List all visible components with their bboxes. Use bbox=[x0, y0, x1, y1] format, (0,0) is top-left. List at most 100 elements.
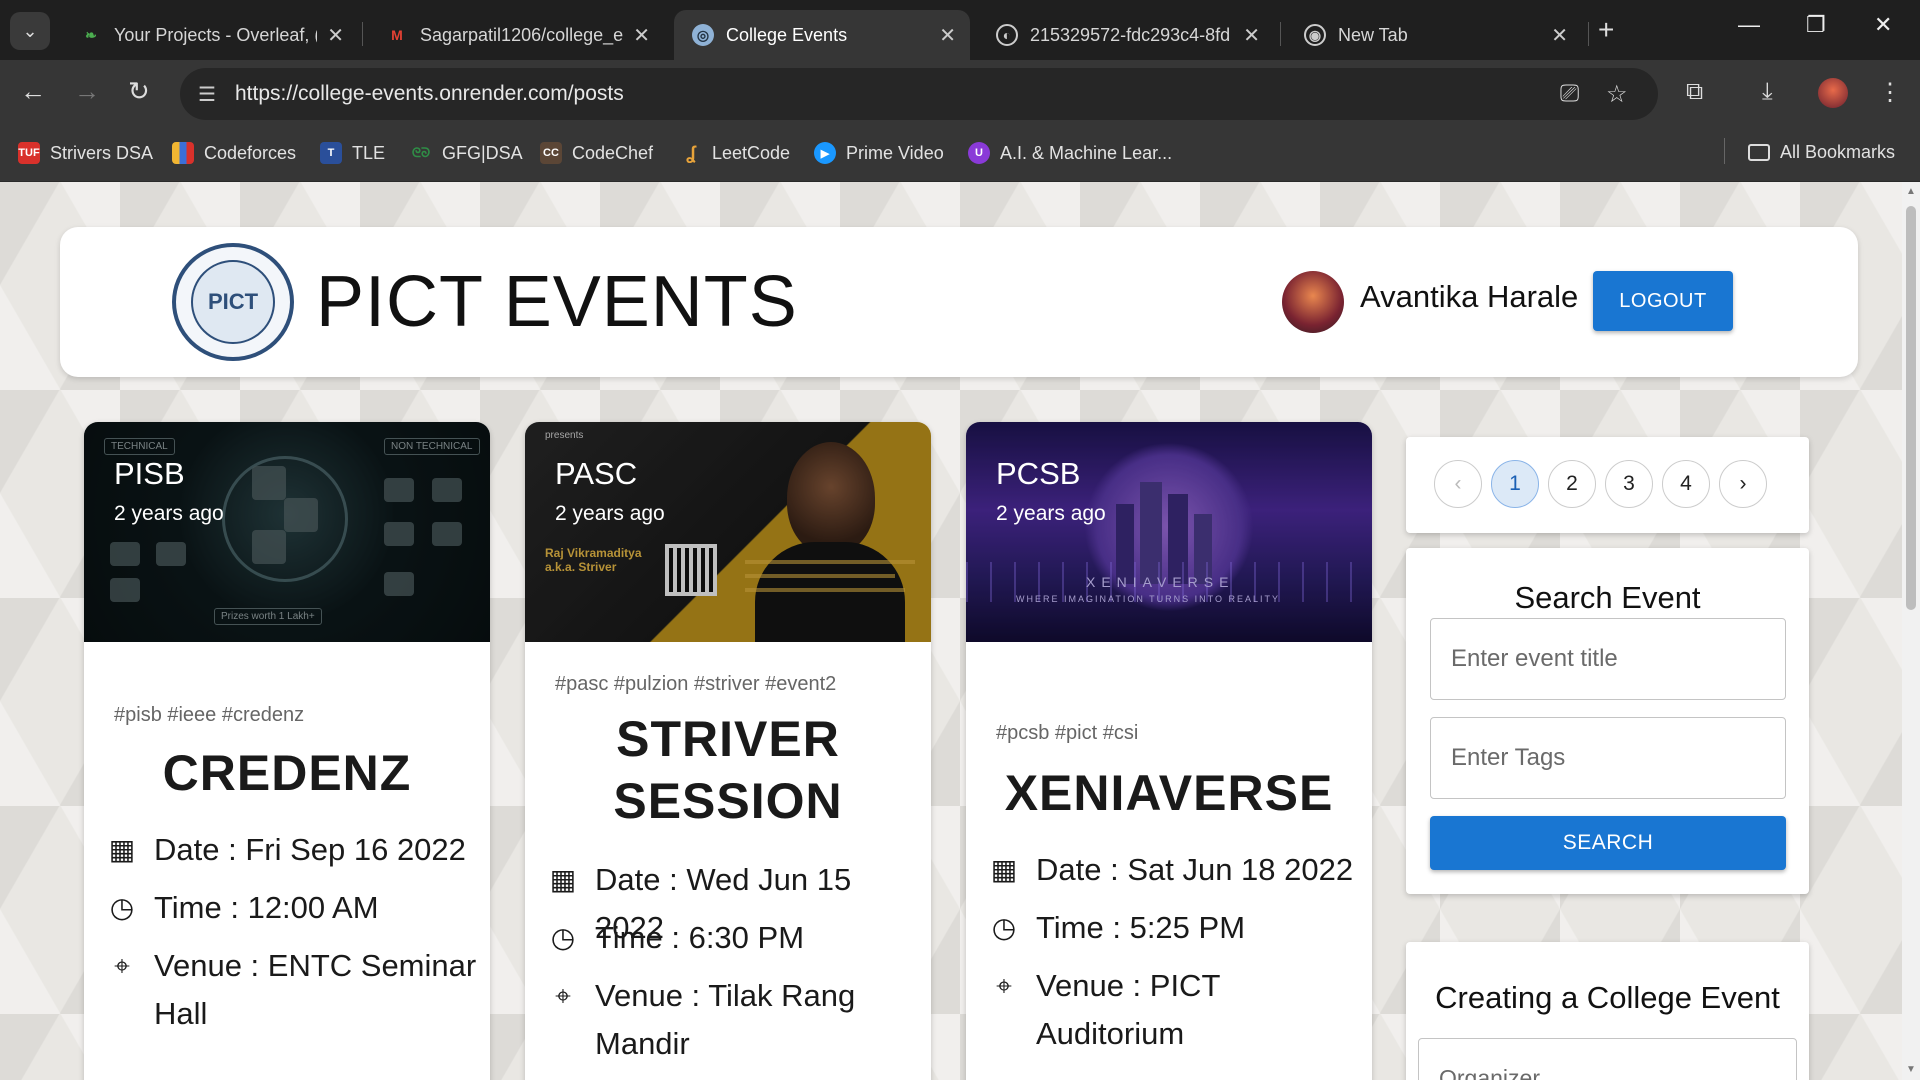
close-icon[interactable]: ✕ bbox=[1243, 23, 1260, 48]
clock-icon: ◷ bbox=[550, 922, 576, 953]
event-title: STRIVER SESSION bbox=[613, 711, 843, 829]
bookmark-ai-ml[interactable]: U A.I. & Machine Lear... bbox=[968, 142, 1172, 164]
page-3-button[interactable]: 3 bbox=[1605, 460, 1653, 508]
close-icon[interactable]: ✕ bbox=[633, 23, 650, 48]
event-creator: PISB bbox=[114, 456, 185, 491]
bookmark-strivers-dsa[interactable]: TUF Strivers DSA bbox=[18, 142, 153, 164]
event-tags: #pasc #pulzion #striver #event2 bbox=[555, 673, 837, 695]
tab-gmail[interactable]: M Sagarpatil1206/college_e ✕ bbox=[368, 10, 664, 60]
page-1-button[interactable]: 1 bbox=[1491, 460, 1539, 508]
tab-title: 215329572-fdc293c4-8fd bbox=[1030, 24, 1231, 45]
event-tags: #pcsb #pict #csi bbox=[996, 722, 1139, 744]
event-time: ◷ Time : 5:25 PM bbox=[986, 904, 1362, 952]
restore-icon[interactable]: ❐ bbox=[1806, 12, 1826, 38]
close-icon[interactable]: ✕ bbox=[1551, 23, 1568, 48]
location-pin-icon: ⌖ bbox=[114, 950, 130, 981]
event-venue: ⌖ Venue : PICT Auditorium bbox=[986, 962, 1362, 1058]
tle-icon: T bbox=[320, 142, 342, 164]
app-header: PICT PICT EVENTS Avantika Harale LOGOUT bbox=[60, 227, 1858, 377]
bookmark-star-icon[interactable]: ☆ bbox=[1606, 80, 1628, 109]
page-scrollbar[interactable]: ▲ ▼ bbox=[1902, 182, 1920, 1080]
avatar bbox=[1282, 271, 1344, 333]
install-app-icon[interactable]: ⎚ bbox=[1560, 80, 1579, 108]
address-bar[interactable]: ☰ https://college-events.onrender.com/po… bbox=[180, 68, 1658, 120]
codechef-icon: CC bbox=[540, 142, 562, 164]
url-text[interactable]: https://college-events.onrender.com/post… bbox=[235, 82, 624, 106]
search-tags-input[interactable] bbox=[1431, 718, 1785, 798]
bookmark-label: Prime Video bbox=[846, 142, 944, 163]
close-icon[interactable]: ✕ bbox=[939, 23, 956, 48]
close-icon[interactable]: ✕ bbox=[327, 23, 344, 48]
profile-avatar[interactable] bbox=[1818, 78, 1848, 108]
page-2-button[interactable]: 2 bbox=[1548, 460, 1596, 508]
download-icon[interactable]: ⤓ bbox=[1762, 78, 1773, 106]
bookmark-label: TLE bbox=[352, 142, 386, 163]
all-bookmarks[interactable]: All Bookmarks bbox=[1748, 142, 1895, 163]
event-time-ago: 2 years ago bbox=[555, 502, 665, 525]
event-image: XENIAVERSE WHERE IMAGINATION TURNS INTO … bbox=[966, 422, 1372, 642]
tab-new-tab[interactable]: ◉ New Tab ✕ bbox=[1286, 10, 1582, 60]
bookmark-gfg-dsa[interactable]: ᘓᘐ GFG|DSA bbox=[410, 142, 523, 164]
minimize-icon[interactable]: — bbox=[1738, 12, 1760, 38]
bookmark-label: A.I. & Machine Lear... bbox=[1000, 142, 1173, 163]
scrollbar-thumb[interactable] bbox=[1906, 206, 1916, 610]
bookmark-tle[interactable]: T TLE bbox=[320, 142, 385, 164]
reload-icon[interactable]: ↻ bbox=[128, 76, 150, 107]
bookmark-leetcode[interactable]: ʆ LeetCode bbox=[680, 142, 790, 164]
page-viewport: PICT PICT EVENTS Avantika Harale LOGOUT … bbox=[0, 182, 1902, 1080]
bookmark-label: Strivers DSA bbox=[50, 142, 154, 163]
event-time-ago: 2 years ago bbox=[996, 502, 1106, 525]
extensions-icon[interactable]: ⧉ bbox=[1686, 78, 1703, 106]
tab-image[interactable]: ◐ 215329572-fdc293c4-8fd ✕ bbox=[978, 10, 1274, 60]
tuf-icon: TUF bbox=[18, 142, 40, 164]
event-time-text: Time : 6:30 PM bbox=[595, 920, 805, 955]
search-title-input[interactable] bbox=[1431, 619, 1785, 699]
event-time: ◷ Time : 12:00 AM bbox=[104, 884, 480, 932]
tags-field[interactable] bbox=[1430, 717, 1786, 799]
event-venue: ⌖ Venue : ENTC Seminar Hall bbox=[104, 942, 480, 1038]
event-title: XENIAVERSE bbox=[1004, 765, 1334, 821]
scroll-up-icon[interactable]: ▲ bbox=[1906, 186, 1916, 197]
bookmark-label: Codeforces bbox=[204, 142, 297, 163]
back-arrow-icon[interactable]: ← bbox=[20, 76, 46, 107]
event-card[interactable]: presents Raj Vikramaditya a.k.a. Striver… bbox=[525, 422, 931, 1080]
event-card[interactable]: TECHNICAL NON TECHNICAL Prizes worth 1 L… bbox=[84, 422, 490, 1080]
bookmark-codeforces[interactable]: Codeforces bbox=[172, 142, 296, 164]
gmail-icon: M bbox=[391, 27, 403, 43]
event-time: ◷ Time : 6:30 PM bbox=[545, 914, 921, 962]
title-field[interactable] bbox=[1430, 618, 1786, 700]
close-window-icon[interactable]: ✕ bbox=[1874, 12, 1892, 38]
tab-search-button[interactable]: ⌄ bbox=[10, 12, 50, 50]
location-pin-icon: ⌖ bbox=[996, 970, 1012, 1001]
new-tab-plus-icon[interactable]: + bbox=[1598, 14, 1614, 46]
event-card[interactable]: XENIAVERSE WHERE IMAGINATION TURNS INTO … bbox=[966, 422, 1372, 1080]
codeforces-icon bbox=[172, 142, 194, 164]
event-time-text: Time : 5:25 PM bbox=[1036, 910, 1246, 945]
leetcode-icon: ʆ bbox=[686, 142, 696, 163]
bookmark-prime-video[interactable]: ▶ Prime Video bbox=[814, 142, 944, 164]
tab-title: Sagarpatil1206/college_e bbox=[420, 24, 624, 45]
event-tags: #pisb #ieee #credenz bbox=[114, 704, 305, 726]
organizer-placeholder: Organizer bbox=[1439, 1065, 1540, 1080]
pagination: ‹ 1 2 3 4 › bbox=[1406, 437, 1809, 533]
search-button[interactable]: SEARCH bbox=[1430, 816, 1786, 870]
tab-college-events[interactable]: ◎ College Events ✕ bbox=[674, 10, 970, 60]
site-settings-icon[interactable]: ☰ bbox=[198, 82, 216, 107]
event-date-text: Date : Sat Jun 18 2022 bbox=[1036, 852, 1354, 887]
bookmark-codechef[interactable]: CC CodeChef bbox=[540, 142, 653, 164]
page-4-button[interactable]: 4 bbox=[1662, 460, 1710, 508]
chrome-icon: ◉ bbox=[1304, 24, 1326, 46]
tab-title: College Events bbox=[726, 24, 848, 45]
event-date: ▦ Date : Fri Sep 16 2022 bbox=[104, 826, 480, 874]
logout-button[interactable]: LOGOUT bbox=[1593, 271, 1733, 331]
forward-arrow-icon[interactable]: → bbox=[74, 76, 100, 107]
organizer-field[interactable]: Organizer bbox=[1418, 1038, 1797, 1080]
prev-page-button[interactable]: ‹ bbox=[1434, 460, 1482, 508]
tab-overleaf[interactable]: ❧ Your Projects - Overleaf, ( ✕ bbox=[62, 10, 358, 60]
next-page-button[interactable]: › bbox=[1719, 460, 1767, 508]
tab-strip: ⌄ ❧ Your Projects - Overleaf, ( ✕ M Saga… bbox=[0, 0, 1920, 60]
chevron-down-icon: ⌄ bbox=[22, 21, 38, 41]
scroll-down-icon[interactable]: ▼ bbox=[1906, 1064, 1916, 1075]
all-bookmarks-label: All Bookmarks bbox=[1780, 142, 1896, 162]
menu-dots-icon[interactable]: ⋮ bbox=[1878, 78, 1902, 107]
